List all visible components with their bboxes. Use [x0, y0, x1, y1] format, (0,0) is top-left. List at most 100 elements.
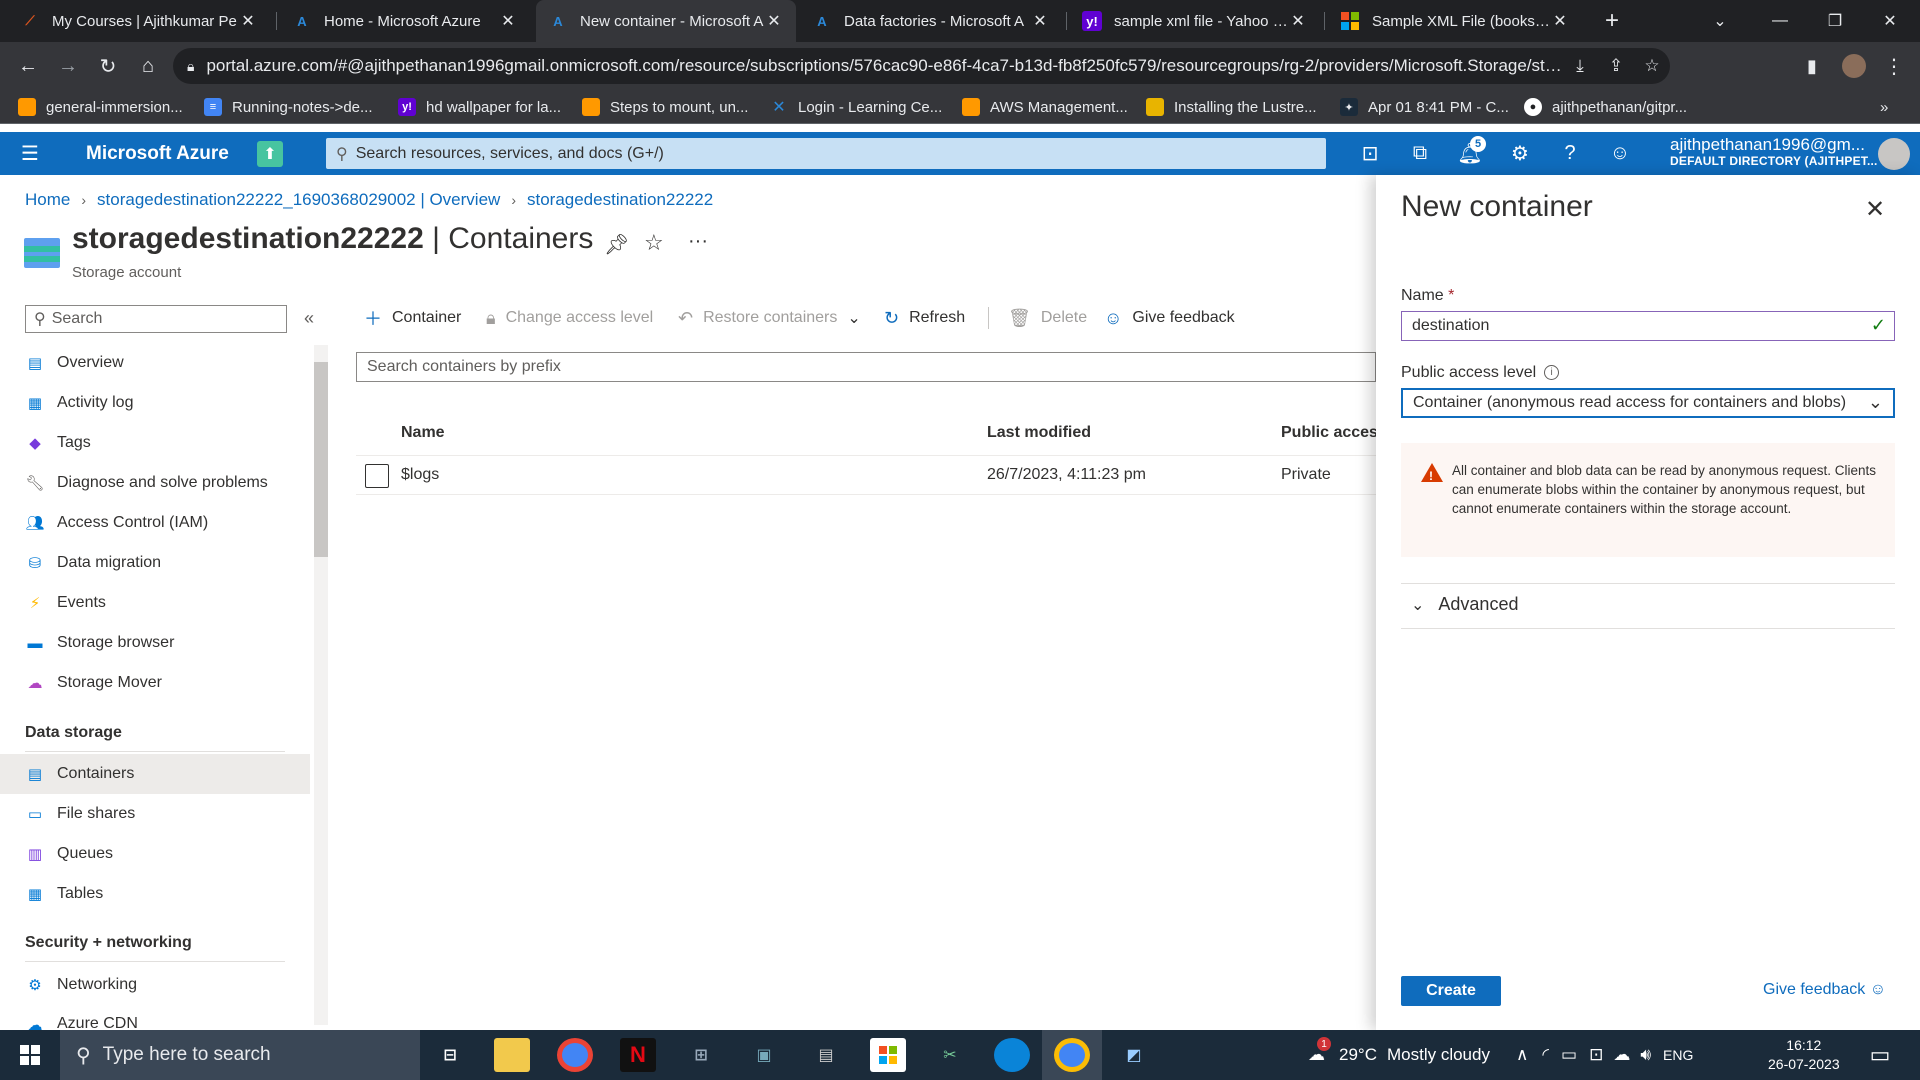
browser-tab[interactable]: ⟋ My Courses | Ajithkumar Pe ✕ [8, 0, 270, 42]
bookmark-item[interactable]: Steps to mount, un... [582, 96, 748, 118]
menu-icon[interactable]: ⋮ [1878, 50, 1910, 82]
container-name-input[interactable]: destination ✓ [1401, 311, 1895, 341]
nav-item-data-migration[interactable]: ⛁ Data migration [0, 543, 310, 583]
minimize-icon[interactable]: — [1750, 0, 1810, 42]
share-icon[interactable]: ⇪ [1598, 56, 1634, 76]
chrome-icon[interactable] [557, 1038, 593, 1072]
chrome-profile-icon[interactable] [1054, 1038, 1090, 1072]
cloud-shell-icon[interactable]: ⊡ [1350, 138, 1390, 169]
browser-tab[interactable]: A Data factories - Microsoft A ✕ [800, 0, 1062, 42]
network-app-icon[interactable]: ⊞ [683, 1038, 719, 1072]
close-tab-icon[interactable]: ✕ [498, 11, 518, 31]
taskbar-clock[interactable]: 16:12 26-07-2023 [1768, 1036, 1840, 1074]
chevron-up-icon[interactable]: ∧ [1516, 1045, 1528, 1065]
give-feedback-button[interactable]: ☺ Give feedback [1104, 305, 1235, 331]
onedrive-icon[interactable]: ☁ [1613, 1045, 1630, 1065]
feedback-icon[interactable]: ☺ [1600, 138, 1640, 169]
help-icon[interactable]: ? [1550, 138, 1590, 169]
taskbar-search[interactable]: ⚲ Type here to search [60, 1030, 420, 1080]
close-window-icon[interactable]: ✕ [1860, 0, 1920, 42]
file-explorer-icon[interactable] [494, 1038, 530, 1072]
container-name-link[interactable]: $logs [401, 466, 439, 484]
bookmark-item[interactable]: Installing the Lustre... [1146, 96, 1317, 118]
star-icon[interactable]: ☆ [1634, 56, 1670, 76]
notifications-icon[interactable]: 🔔︎ 5 [1450, 136, 1490, 169]
task-view-icon[interactable]: ⊟ [432, 1038, 468, 1072]
notification-center-icon[interactable]: ▭ [1862, 1038, 1898, 1072]
bookmark-item[interactable]: AWS Management... [962, 96, 1128, 118]
windows-start-icon[interactable] [12, 1038, 48, 1072]
browser-tab[interactable]: y! sample xml file - Yahoo Ind ✕ [1070, 0, 1320, 42]
browser-tab-active[interactable]: A New container - Microsoft A ✕ [536, 0, 796, 42]
container-prefix-search[interactable]: Search containers by prefix [356, 352, 1376, 382]
close-tab-icon[interactable]: ✕ [1288, 11, 1308, 31]
browser-tab[interactable]: Sample XML File (books.xm ✕ [1328, 0, 1582, 42]
nav-scrollbar-thumb[interactable] [314, 362, 328, 557]
app-icon[interactable]: ▤ [808, 1038, 844, 1072]
favorite-star-icon[interactable]: ☆ [644, 230, 664, 256]
more-bookmarks-button[interactable]: » [1880, 96, 1888, 118]
back-icon[interactable]: ← [12, 50, 44, 82]
bookmark-item[interactable]: y! hd wallpaper for la... [398, 96, 561, 118]
more-options-icon[interactable]: ··· [688, 230, 708, 253]
battery-icon[interactable]: ▭ [1561, 1045, 1577, 1065]
bookmark-item[interactable]: ✕ Login - Learning Ce... [770, 96, 942, 118]
bookmark-item[interactable]: ≡ Running-notes->de... [204, 96, 373, 118]
nav-item-events[interactable]: ⚡︎ Events [0, 583, 310, 623]
home-icon[interactable]: ⌂ [132, 50, 164, 82]
reload-icon[interactable]: ↻ [92, 50, 124, 82]
hamburger-menu-icon[interactable]: ☰ [10, 138, 50, 169]
account-menu[interactable]: ajithpethanan1996@gm... DEFAULT DIRECTOR… [1670, 135, 1878, 168]
nav-item-storage-mover[interactable]: ☁ Storage Mover [0, 663, 310, 703]
restore-containers-button[interactable]: ↶ Restore containers ⌄ [678, 305, 861, 331]
bookmark-item[interactable]: general-immersion... [18, 96, 183, 118]
new-tab-button[interactable]: + [1582, 0, 1642, 42]
nav-item-activity-log[interactable]: ▦ Activity log [0, 383, 310, 423]
close-tab-icon[interactable]: ✕ [764, 11, 784, 31]
notepad-icon[interactable]: ◩ [1116, 1038, 1152, 1072]
profile-avatar[interactable] [1838, 50, 1870, 82]
create-button[interactable]: Create [1401, 976, 1501, 1006]
side-panel-icon[interactable]: ▮ [1796, 50, 1828, 82]
azure-global-search[interactable]: ⚲ Search resources, services, and docs (… [326, 138, 1326, 169]
breadcrumb-overview[interactable]: storagedestination22222_1690368029002 | … [97, 190, 500, 210]
change-access-level-button[interactable]: 🔒︎ Change access level [486, 305, 653, 331]
wifi-icon[interactable]: ◜ [1542, 1045, 1549, 1065]
restore-icon[interactable]: ❐ [1805, 0, 1865, 42]
refresh-button[interactable]: ↻ Refresh [884, 305, 965, 331]
azure-brand[interactable]: Microsoft Azure [86, 143, 229, 165]
nav-item-containers[interactable]: ▤ Containers [0, 754, 310, 794]
tab-search-icon[interactable]: ⌄ [1690, 0, 1750, 42]
display-icon[interactable]: ⊡ [1589, 1045, 1603, 1065]
weather-temperature[interactable]: 29°C [1339, 1045, 1377, 1065]
directory-filter-icon[interactable]: ⧉ [1400, 138, 1440, 169]
row-checkbox[interactable] [365, 464, 389, 488]
nav-item-queues[interactable]: ▥ Queues [0, 834, 310, 874]
browser-tab[interactable]: A Home - Microsoft Azure ✕ [280, 0, 530, 42]
nav-item-diagnose[interactable]: 🔧︎ Diagnose and solve problems [0, 463, 310, 503]
weather-icon[interactable]: ☁ 1 [1308, 1037, 1331, 1065]
public-access-level-dropdown[interactable]: Container (anonymous read access for con… [1401, 388, 1895, 418]
nav-item-tags[interactable]: ◆ Tags [0, 423, 310, 463]
language-indicator[interactable]: ENG [1663, 1047, 1693, 1063]
nav-item-file-shares[interactable]: ▭ File shares [0, 794, 310, 834]
nav-item-overview[interactable]: ▤ Overview [0, 343, 310, 383]
delete-button[interactable]: 🗑︎ Delete [1008, 305, 1087, 331]
download-icon[interactable]: ⤓ [1562, 56, 1598, 76]
pin-icon[interactable]: 📌︎ [604, 232, 629, 257]
weather-condition[interactable]: Mostly cloudy [1387, 1045, 1490, 1065]
advanced-section-toggle[interactable]: ⌄ Advanced [1411, 594, 1518, 615]
store-icon[interactable] [870, 1038, 906, 1072]
breadcrumb-storage-account[interactable]: storagedestination22222 [527, 190, 713, 210]
nav-item-storage-browser[interactable]: ▬ Storage browser [0, 623, 310, 663]
column-header-name[interactable]: Name [401, 424, 445, 442]
nav-item-iam[interactable]: 👥︎ Access Control (IAM) [0, 503, 310, 543]
close-icon[interactable]: ✕ [1862, 196, 1888, 223]
column-header-last-modified[interactable]: Last modified [987, 424, 1091, 442]
nav-item-tables[interactable]: ▦ Tables [0, 874, 310, 914]
nav-search-input[interactable]: ⚲ Search [25, 305, 287, 333]
avatar[interactable] [1874, 137, 1914, 170]
settings-icon[interactable]: ⚙ [1500, 138, 1540, 169]
volume-icon[interactable]: 🔊︎ [1640, 1045, 1651, 1065]
remote-app-icon[interactable]: ▣ [746, 1038, 782, 1072]
